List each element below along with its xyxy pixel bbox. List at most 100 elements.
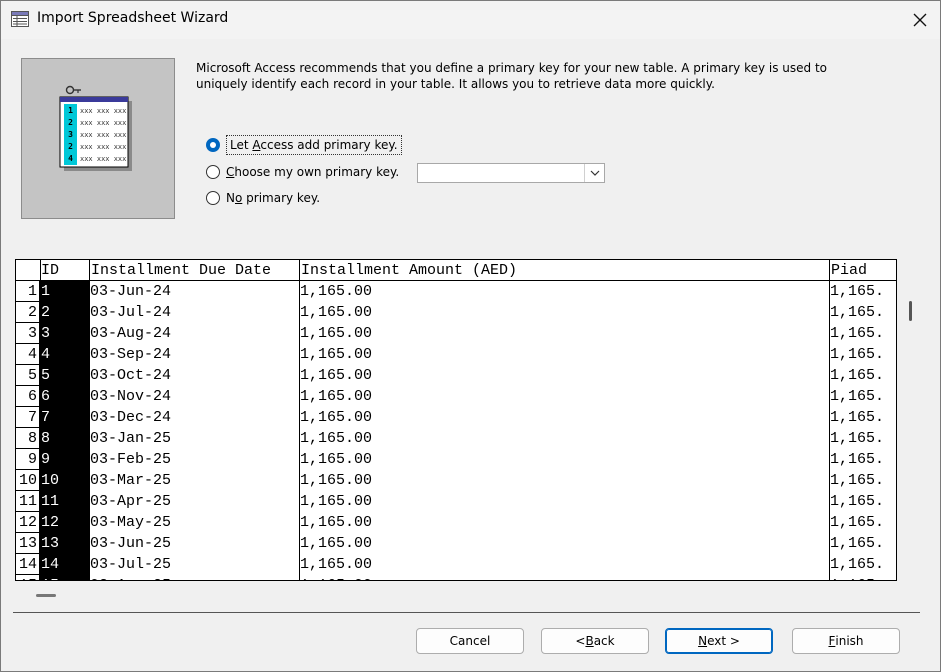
primary-key-field-combo[interactable]: [417, 163, 605, 183]
radio-let-access-add-key[interactable]: [206, 138, 220, 152]
table-row[interactable]: 12 12 03-May-25 1,165.00 1,165.: [16, 512, 896, 533]
row-number[interactable]: 15: [16, 575, 40, 580]
cell-id: 2: [41, 302, 90, 323]
cancel-button[interactable]: Cancel: [416, 628, 524, 654]
row-number[interactable]: 9: [16, 449, 40, 470]
col-divider: [829, 260, 830, 580]
table-row[interactable]: 2 2 03-Jul-24 1,165.00 1,165.: [16, 302, 896, 323]
row-number[interactable]: 2: [16, 302, 40, 323]
cell-amount: 1,165.00: [300, 304, 373, 321]
col-divider: [89, 260, 90, 580]
table-row[interactable]: 14 14 03-Jul-25 1,165.00 1,165.: [16, 554, 896, 575]
table-row[interactable]: 11 11 03-Apr-25 1,165.00 1,165.: [16, 491, 896, 512]
option-no-primary-key[interactable]: No primary key.: [206, 191, 320, 205]
cell-piad: 1,165.: [830, 409, 885, 426]
table-row[interactable]: 7 7 03-Dec-24 1,165.00 1,165.: [16, 407, 896, 428]
row-number[interactable]: 13: [16, 533, 40, 554]
table-row[interactable]: 151503-Aug-251,165.001,165.: [16, 575, 896, 580]
finish-button[interactable]: Finish: [792, 628, 900, 654]
next-button[interactable]: Next >: [665, 628, 773, 654]
back-button[interactable]: < Back: [541, 628, 649, 654]
row-number[interactable]: 5: [16, 365, 40, 386]
cell-due-date: 03-Mar-25: [90, 472, 172, 489]
cell-amount: 1,165.00: [300, 430, 373, 447]
table-row[interactable]: 6 6 03-Nov-24 1,165.00 1,165.: [16, 386, 896, 407]
radio-choose-own-key[interactable]: [206, 165, 220, 179]
row-number[interactable]: 10: [16, 470, 40, 491]
row-number[interactable]: 12: [16, 512, 40, 533]
cell-due-date: 03-Jul-25: [90, 556, 172, 573]
cell-due-date: 03-Dec-24: [90, 409, 172, 426]
cell-piad: 1,165.: [830, 430, 885, 447]
cell-id: 11: [41, 491, 90, 512]
table-row[interactable]: 8 8 03-Jan-25 1,165.00 1,165.: [16, 428, 896, 449]
cell-amount: 1,165.00: [300, 451, 373, 468]
table-row[interactable]: 5 5 03-Oct-24 1,165.00 1,165.: [16, 365, 896, 386]
cell-id: 15: [41, 575, 90, 580]
option-label-0: Let Access add primary key.: [226, 135, 402, 155]
cell-amount: 1,165.00: [300, 283, 373, 300]
row-number[interactable]: 7: [16, 407, 40, 428]
cell-id: 7: [41, 407, 90, 428]
row-number[interactable]: 1: [16, 281, 40, 302]
table-row[interactable]: 10 10 03-Mar-25 1,165.00 1,165.: [16, 470, 896, 491]
illustration-row-cells: xxx xxx xxx: [80, 155, 127, 163]
cell-id: 3: [41, 323, 90, 344]
data-preview-grid[interactable]: ID Installment Due Date Installment Amou…: [15, 259, 897, 581]
cell-piad: 1,165.: [830, 388, 885, 405]
row-number[interactable]: 3: [16, 323, 40, 344]
cell-id: 12: [41, 512, 90, 533]
cell-amount: 1,165.00: [300, 472, 373, 489]
cell-id: 4: [41, 344, 90, 365]
cell-due-date: 03-Feb-25: [90, 451, 172, 468]
title-bar: Import Spreadsheet Wizard: [1, 1, 940, 39]
radio-no-primary-key[interactable]: [206, 191, 220, 205]
cell-due-date: 03-Nov-24: [90, 388, 172, 405]
cell-due-date: 03-May-25: [90, 514, 172, 531]
cell-amount: 1,165.00: [300, 493, 373, 510]
cell-due-date: 03-Aug-25: [90, 575, 298, 580]
illustration-row-cells: xxx xxx xxx: [80, 119, 127, 127]
illustration-row-number: 3: [68, 130, 73, 139]
chevron-down-icon[interactable]: [584, 164, 604, 182]
row-number[interactable]: 4: [16, 344, 40, 365]
table-row[interactable]: 3 3 03-Aug-24 1,165.00 1,165.: [16, 323, 896, 344]
row-number[interactable]: 6: [16, 386, 40, 407]
row-number[interactable]: 11: [16, 491, 40, 512]
cell-due-date: 03-Aug-24: [90, 325, 172, 342]
horizontal-scrollbar-thumb[interactable]: [36, 594, 56, 597]
option-let-access-add-key[interactable]: Let Access add primary key.: [206, 135, 402, 155]
cell-amount: 1,165.00: [300, 388, 373, 405]
key-icon: [65, 85, 81, 95]
cell-id: 13: [41, 533, 90, 554]
row-number[interactable]: 8: [16, 428, 40, 449]
table-row[interactable]: 1 1 03-Jun-24 1,165.00 1,165.: [16, 281, 896, 302]
close-button[interactable]: [901, 5, 939, 35]
illustration-row-cells: xxx xxx xxx: [80, 143, 127, 151]
cell-id: 5: [41, 365, 90, 386]
grid-header-row: ID Installment Due Date Installment Amou…: [16, 260, 896, 281]
option-label-2: No primary key.: [226, 191, 321, 205]
vertical-scrollbar-thumb[interactable]: [909, 301, 912, 321]
cell-id: 8: [41, 428, 90, 449]
cell-due-date: 03-Jun-25: [90, 535, 172, 552]
cell-id: 9: [41, 449, 90, 470]
cell-piad: 1,165.: [830, 451, 885, 468]
table-row[interactable]: 13 13 03-Jun-25 1,165.00 1,165.: [16, 533, 896, 554]
cell-id: 10: [41, 470, 90, 491]
cell-piad: 1,165.: [830, 283, 885, 300]
row-number[interactable]: 14: [16, 554, 40, 575]
cell-piad: 1,165.: [830, 304, 885, 321]
table-row[interactable]: 9 9 03-Feb-25 1,165.00 1,165.: [16, 449, 896, 470]
cell-id: 6: [41, 386, 90, 407]
cell-piad: 1,165.: [830, 367, 885, 384]
option-choose-own-key[interactable]: Choose my own primary key.: [206, 165, 399, 179]
cell-amount: 1,165.00: [300, 575, 828, 580]
cell-piad: 1,165.: [830, 472, 885, 489]
illustration-row-number: 2: [68, 118, 73, 127]
table-row[interactable]: 4 4 03-Sep-24 1,165.00 1,165.: [16, 344, 896, 365]
cell-due-date: 03-Jan-25: [90, 430, 172, 447]
close-icon: [913, 13, 927, 27]
col-divider: [40, 260, 41, 580]
window-title: Import Spreadsheet Wizard: [37, 10, 229, 26]
